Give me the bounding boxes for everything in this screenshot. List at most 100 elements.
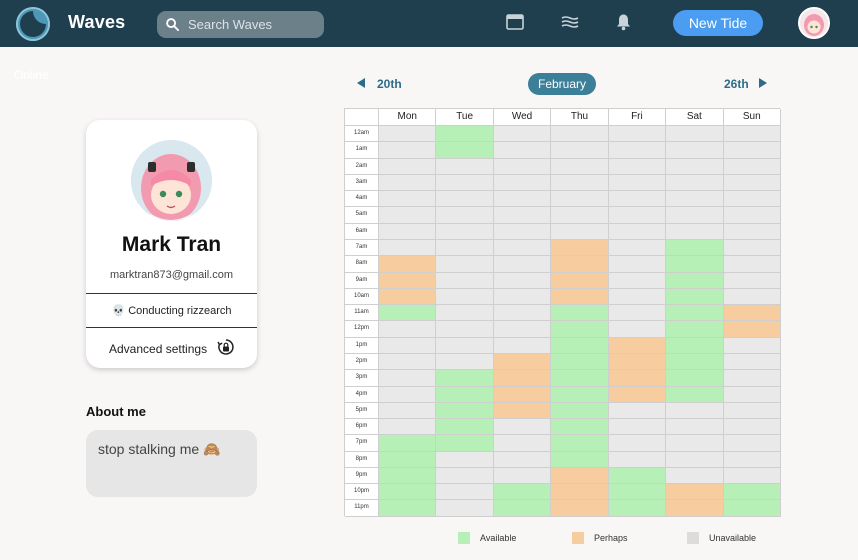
time-slot-cell[interactable] bbox=[493, 500, 552, 517]
time-slot-cell[interactable] bbox=[551, 256, 609, 273]
time-slot-cell[interactable] bbox=[379, 353, 437, 371]
time-slot-cell[interactable] bbox=[723, 239, 781, 257]
time-slot-cell[interactable] bbox=[436, 158, 494, 175]
time-slot-cell[interactable] bbox=[666, 142, 724, 159]
time-slot-cell[interactable] bbox=[723, 435, 781, 452]
prev-week-arrow-icon[interactable] bbox=[356, 77, 366, 89]
time-slot-cell[interactable] bbox=[723, 142, 781, 159]
time-slot-cell[interactable] bbox=[551, 451, 609, 468]
time-slot-cell[interactable] bbox=[551, 272, 609, 289]
time-slot-cell[interactable] bbox=[436, 435, 494, 452]
time-slot-cell[interactable] bbox=[608, 126, 667, 143]
time-slot-cell[interactable] bbox=[666, 402, 724, 420]
time-slot-cell[interactable] bbox=[551, 191, 609, 208]
time-slot-cell[interactable] bbox=[379, 386, 437, 403]
time-slot-cell[interactable] bbox=[436, 370, 494, 387]
waves-icon[interactable] bbox=[561, 13, 579, 31]
time-slot-cell[interactable] bbox=[551, 207, 609, 224]
time-slot-cell[interactable] bbox=[436, 467, 494, 485]
time-slot-cell[interactable] bbox=[723, 288, 781, 306]
time-slot-cell[interactable] bbox=[608, 256, 667, 273]
time-slot-cell[interactable] bbox=[493, 370, 552, 387]
time-slot-cell[interactable] bbox=[608, 402, 667, 420]
time-slot-cell[interactable] bbox=[608, 337, 667, 354]
time-slot-cell[interactable] bbox=[551, 337, 609, 354]
time-slot-cell[interactable] bbox=[379, 402, 437, 420]
time-slot-cell[interactable] bbox=[493, 321, 552, 338]
time-slot-cell[interactable] bbox=[666, 126, 724, 143]
time-slot-cell[interactable] bbox=[608, 435, 667, 452]
time-slot-cell[interactable] bbox=[379, 451, 437, 468]
time-slot-cell[interactable] bbox=[493, 174, 552, 192]
time-slot-cell[interactable] bbox=[666, 305, 724, 322]
time-slot-cell[interactable] bbox=[551, 386, 609, 403]
time-slot-cell[interactable] bbox=[436, 321, 494, 338]
time-slot-cell[interactable] bbox=[436, 207, 494, 224]
time-slot-cell[interactable] bbox=[723, 272, 781, 289]
time-slot-cell[interactable] bbox=[666, 435, 724, 452]
time-slot-cell[interactable] bbox=[493, 484, 552, 501]
time-slot-cell[interactable] bbox=[551, 467, 609, 485]
window-icon[interactable] bbox=[506, 13, 524, 31]
time-slot-cell[interactable] bbox=[436, 174, 494, 192]
time-slot-cell[interactable] bbox=[666, 337, 724, 354]
time-slot-cell[interactable] bbox=[551, 321, 609, 338]
time-slot-cell[interactable] bbox=[493, 272, 552, 289]
time-slot-cell[interactable] bbox=[608, 305, 667, 322]
time-slot-cell[interactable] bbox=[723, 191, 781, 208]
time-slot-cell[interactable] bbox=[666, 467, 724, 485]
time-slot-cell[interactable] bbox=[436, 402, 494, 420]
time-slot-cell[interactable] bbox=[608, 419, 667, 436]
time-slot-cell[interactable] bbox=[608, 223, 667, 240]
time-slot-cell[interactable] bbox=[551, 223, 609, 240]
time-slot-cell[interactable] bbox=[436, 191, 494, 208]
time-slot-cell[interactable] bbox=[551, 435, 609, 452]
time-slot-cell[interactable] bbox=[379, 174, 437, 192]
brand-name[interactable]: Waves bbox=[68, 12, 125, 33]
time-slot-cell[interactable] bbox=[436, 288, 494, 306]
time-slot-cell[interactable] bbox=[379, 142, 437, 159]
time-slot-cell[interactable] bbox=[551, 500, 609, 517]
time-slot-cell[interactable] bbox=[723, 500, 781, 517]
time-slot-cell[interactable] bbox=[666, 419, 724, 436]
time-slot-cell[interactable] bbox=[379, 191, 437, 208]
time-slot-cell[interactable] bbox=[608, 467, 667, 485]
time-slot-cell[interactable] bbox=[379, 223, 437, 240]
time-slot-cell[interactable] bbox=[379, 126, 437, 143]
search-input[interactable] bbox=[188, 17, 318, 32]
time-slot-cell[interactable] bbox=[666, 321, 724, 338]
time-slot-cell[interactable] bbox=[493, 353, 552, 371]
time-slot-cell[interactable] bbox=[723, 337, 781, 354]
lock-rotate-icon[interactable] bbox=[217, 338, 235, 356]
time-slot-cell[interactable] bbox=[493, 126, 552, 143]
time-slot-cell[interactable] bbox=[436, 126, 494, 143]
time-slot-cell[interactable] bbox=[723, 126, 781, 143]
time-slot-cell[interactable] bbox=[436, 353, 494, 371]
time-slot-cell[interactable] bbox=[436, 500, 494, 517]
time-slot-cell[interactable] bbox=[723, 207, 781, 224]
time-slot-cell[interactable] bbox=[666, 288, 724, 306]
time-slot-cell[interactable] bbox=[666, 353, 724, 371]
time-slot-cell[interactable] bbox=[666, 207, 724, 224]
time-slot-cell[interactable] bbox=[379, 419, 437, 436]
time-slot-cell[interactable] bbox=[666, 191, 724, 208]
user-avatar[interactable] bbox=[798, 7, 830, 39]
time-slot-cell[interactable] bbox=[436, 239, 494, 257]
time-slot-cell[interactable] bbox=[493, 207, 552, 224]
time-slot-cell[interactable] bbox=[666, 451, 724, 468]
time-slot-cell[interactable] bbox=[551, 288, 609, 306]
time-slot-cell[interactable] bbox=[723, 158, 781, 175]
time-slot-cell[interactable] bbox=[608, 174, 667, 192]
time-slot-cell[interactable] bbox=[493, 386, 552, 403]
time-slot-cell[interactable] bbox=[493, 239, 552, 257]
time-slot-cell[interactable] bbox=[666, 386, 724, 403]
time-slot-cell[interactable] bbox=[723, 174, 781, 192]
time-slot-cell[interactable] bbox=[608, 158, 667, 175]
time-slot-cell[interactable] bbox=[608, 386, 667, 403]
next-week-label[interactable]: 26th bbox=[724, 77, 749, 91]
time-slot-cell[interactable] bbox=[379, 321, 437, 338]
month-selector[interactable]: February bbox=[528, 73, 596, 95]
time-slot-cell[interactable] bbox=[551, 239, 609, 257]
time-slot-cell[interactable] bbox=[723, 402, 781, 420]
time-slot-cell[interactable] bbox=[493, 288, 552, 306]
